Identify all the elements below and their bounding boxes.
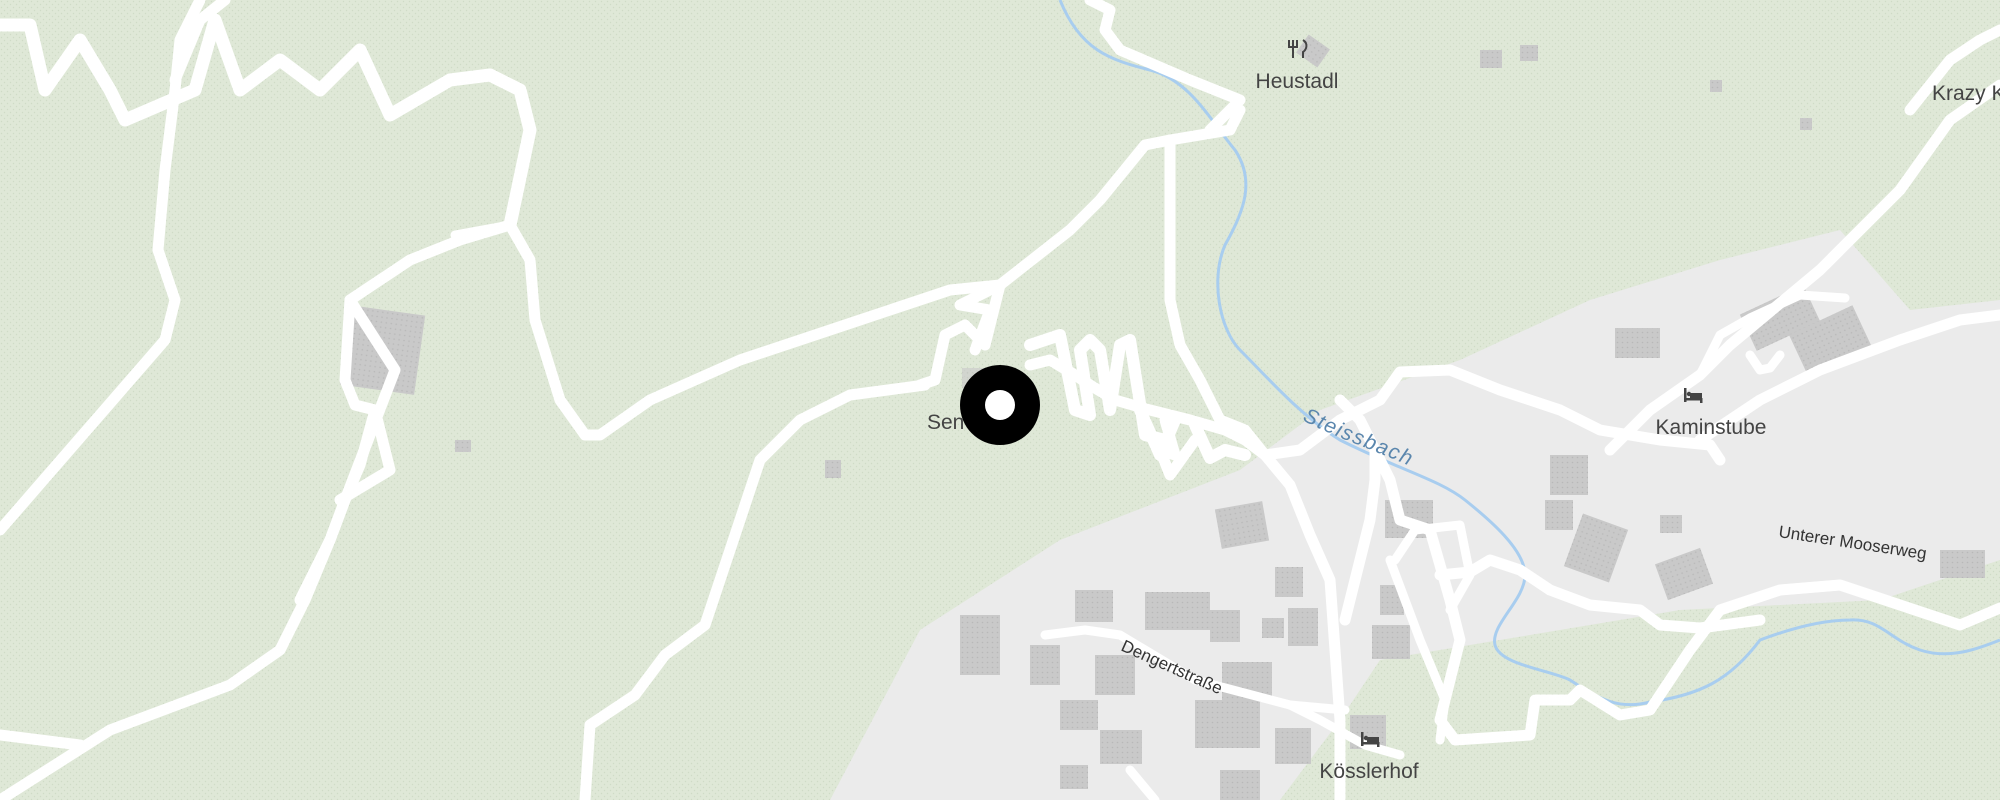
poi-label-koesslerhof: Kösslerhof — [1319, 760, 1418, 783]
location-pin-icon[interactable] — [960, 365, 1040, 445]
poi-label-kaminstube: Kaminstube — [1656, 416, 1767, 439]
poi-label-heustadl: Heustadl — [1256, 70, 1339, 93]
poi-label-sen: Sen — [927, 411, 964, 434]
poi-krazy[interactable]: Krazy K — [1932, 82, 2000, 105]
poi-label-krazy: Krazy K — [1932, 82, 2000, 105]
map-canvas[interactable]: Steissbach Dengertstraße Unterer Mooserw… — [0, 0, 2000, 800]
